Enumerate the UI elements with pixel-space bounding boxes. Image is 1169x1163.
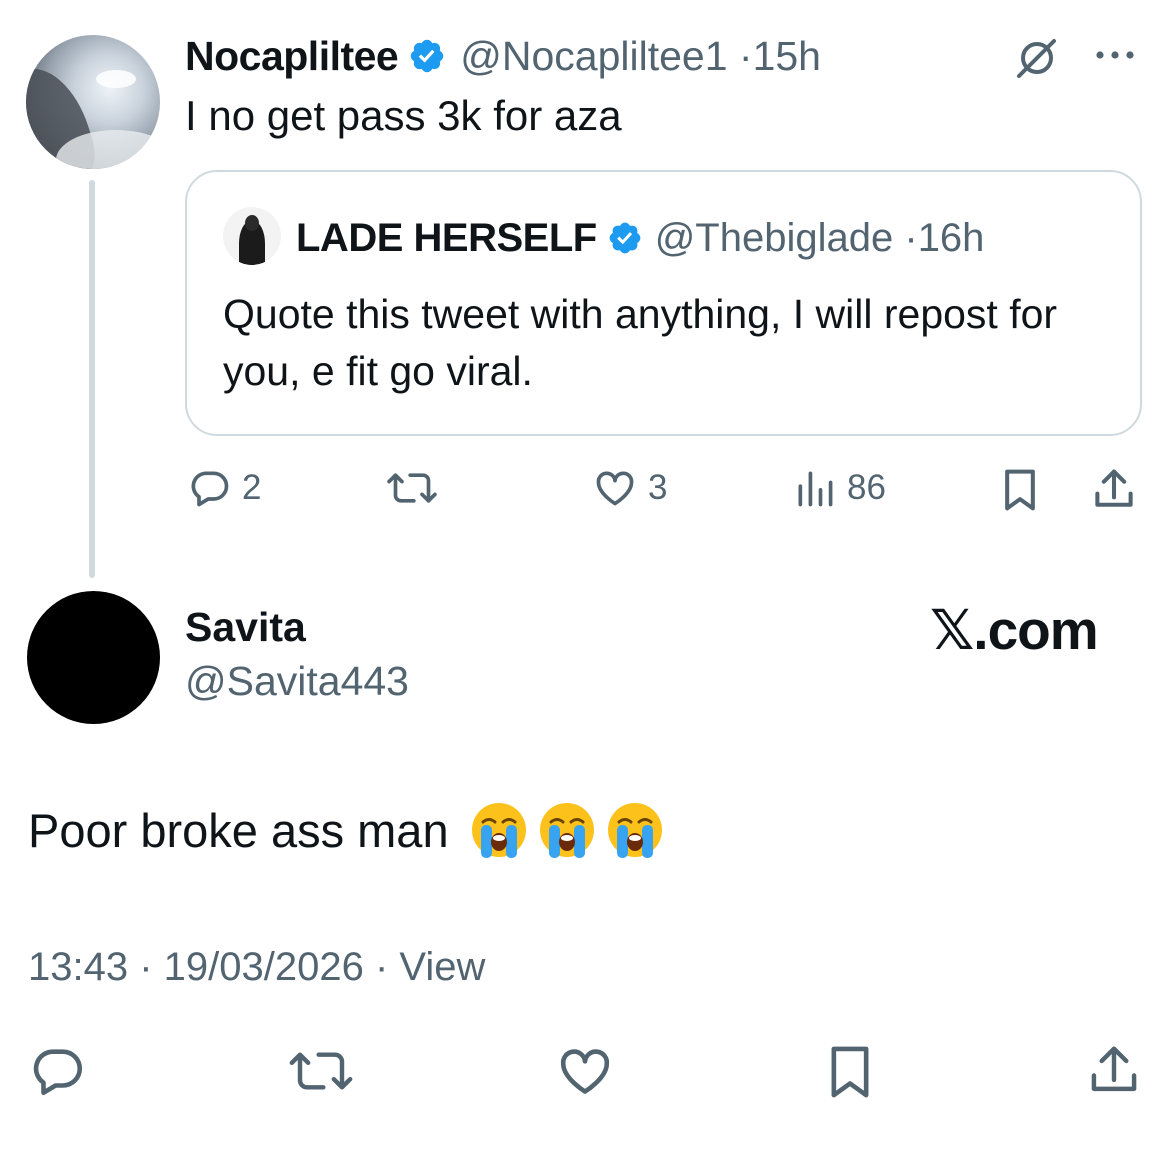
bookmark-icon: [1005, 469, 1035, 511]
share-icon: [1091, 1046, 1137, 1092]
main-tweet-body: Poor broke ass man: [28, 803, 449, 857]
repost-icon: [289, 1052, 353, 1090]
like-button[interactable]: 3: [592, 466, 667, 510]
main-repost-button[interactable]: [286, 1042, 356, 1100]
quote-time: 16h: [917, 215, 985, 260]
bookmark-icon: [831, 1046, 869, 1098]
reply-button[interactable]: 2: [188, 466, 261, 510]
avatar-nocapliltee[interactable]: [26, 35, 160, 169]
verified-badge-icon: [609, 222, 641, 254]
main-like-button[interactable]: [555, 1042, 615, 1100]
avatar-savita[interactable]: [27, 591, 160, 724]
verified-badge-icon: [411, 39, 444, 73]
main-handle[interactable]: @Savita443: [185, 658, 409, 705]
reply-icon: [33, 1049, 83, 1096]
avatar-lade-herself[interactable]: [223, 207, 281, 265]
separator: ·: [904, 215, 918, 260]
views-count: 86: [847, 468, 886, 507]
repost-button[interactable]: [384, 466, 440, 510]
parent-tweet-header: Nocapliltee @Nocapliltee1 ·15h: [185, 28, 821, 84]
like-icon: [596, 471, 634, 506]
parent-time[interactable]: 15h: [753, 33, 821, 79]
main-display-name[interactable]: Savita: [185, 604, 306, 651]
main-share-button[interactable]: [1086, 1042, 1142, 1100]
like-count: 3: [648, 468, 668, 507]
share-button[interactable]: [1091, 466, 1137, 514]
separator: ·: [738, 32, 753, 79]
share-icon: [1095, 469, 1133, 507]
reply-icon: [191, 471, 229, 507]
quote-text: Quote this tweet with anything, I will r…: [223, 291, 1058, 394]
more-icon[interactable]: [1090, 40, 1140, 70]
reply-count: 2: [242, 468, 262, 507]
loudly-crying-face-icon: [607, 803, 662, 858]
parent-tweet-text: I no get pass 3k for aza: [185, 92, 622, 139]
views-button[interactable]: 86: [793, 466, 886, 510]
main-tweet-text: Poor broke ass man: [28, 800, 665, 860]
main-reply-button[interactable]: [28, 1042, 88, 1100]
like-icon: [560, 1049, 610, 1094]
quote-display-name: LADE HERSELF: [296, 215, 597, 260]
thread-line: [89, 180, 95, 578]
bookmark-button[interactable]: [998, 466, 1042, 514]
loudly-crying-face-icon: [539, 803, 594, 858]
views-icon: [798, 471, 833, 507]
grok-icon[interactable]: [1012, 33, 1062, 83]
tweet-meta[interactable]: 13:43 · 19/03/2026 · View: [28, 945, 485, 990]
parent-handle[interactable]: @Nocapliltee1: [460, 33, 727, 79]
loudly-crying-face-icon: [471, 803, 526, 858]
quote-handle: @Thebiglade: [654, 215, 894, 260]
x-com-watermark: 𝕏.com: [930, 599, 1099, 661]
repost-icon: [387, 473, 437, 503]
parent-display-name[interactable]: Nocapliltee: [185, 33, 399, 80]
main-bookmark-button[interactable]: [822, 1042, 878, 1102]
quote-header: LADE HERSELF @Thebiglade ·16h: [296, 210, 984, 266]
